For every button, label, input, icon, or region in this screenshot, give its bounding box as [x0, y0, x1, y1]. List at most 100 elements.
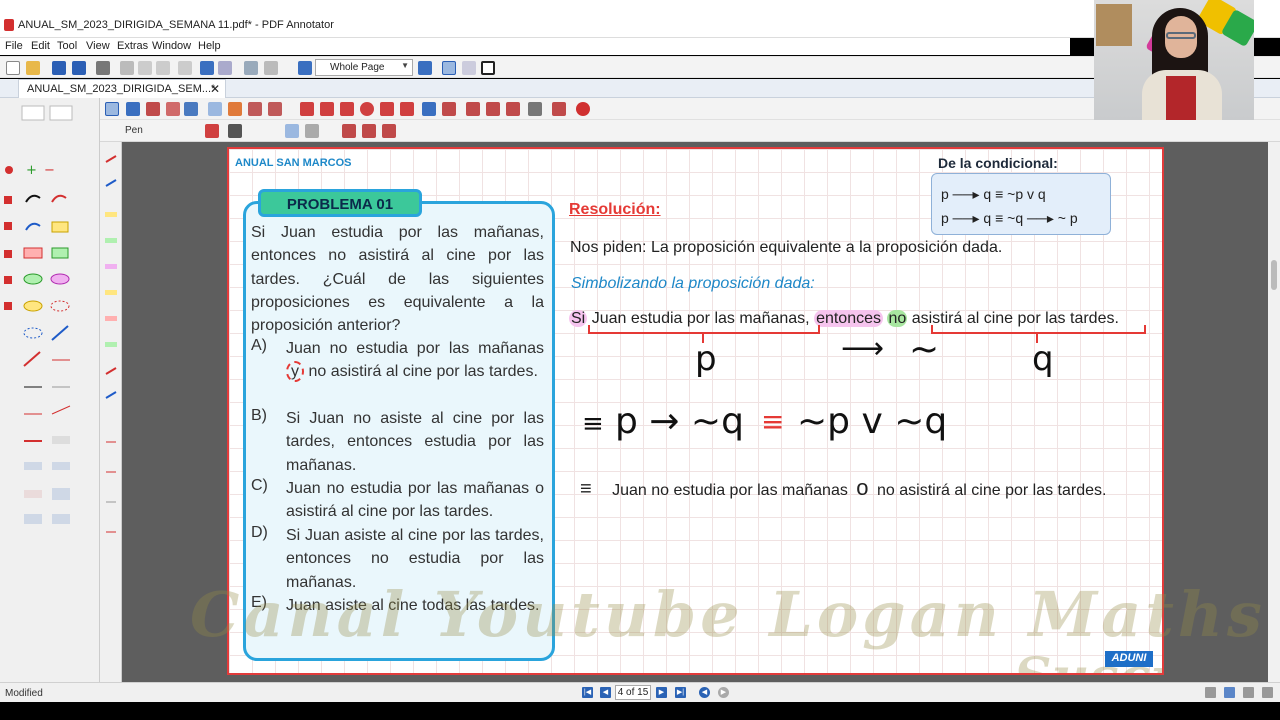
- next-page-icon[interactable]: ▶: [656, 687, 667, 698]
- save-icon[interactable]: [52, 61, 66, 75]
- underline-icon[interactable]: [362, 124, 376, 138]
- scrollbar-thumb[interactable]: [1271, 260, 1277, 290]
- handwritten-equiv-2: ≡: [761, 405, 785, 438]
- last-page-icon[interactable]: ▶|: [675, 687, 686, 698]
- ruler-icon[interactable]: [506, 102, 520, 116]
- lasso-icon[interactable]: [442, 102, 456, 116]
- sigma-icon[interactable]: [552, 102, 566, 116]
- marker-icon[interactable]: [208, 102, 222, 116]
- handwritten-equiv-1: ≡: [582, 409, 604, 439]
- watermark-channel: Canal Youtube Logan Maths: [190, 578, 1266, 651]
- select-area-icon[interactable]: [146, 102, 160, 116]
- stamp-icon[interactable]: [248, 102, 262, 116]
- callout-icon[interactable]: [400, 102, 414, 116]
- open-folder-icon[interactable]: [26, 61, 40, 75]
- sidebar-icons[interactable]: + −: [4, 163, 55, 310]
- webcam-overlay: [1094, 0, 1254, 120]
- text-style-icon[interactable]: [342, 124, 356, 138]
- presenter-shirt: [1166, 76, 1196, 120]
- eraser-icon[interactable]: [166, 102, 180, 116]
- page-indicator[interactable]: 4 of 15: [615, 685, 651, 700]
- select-icon[interactable]: [126, 102, 140, 116]
- presenter-glasses: [1166, 32, 1196, 39]
- save-as-icon[interactable]: [72, 61, 86, 75]
- zoom-select[interactable]: Whole Page ▼: [315, 59, 413, 76]
- pen-tool-icon[interactable]: [105, 102, 119, 116]
- tool-icon[interactable]: [244, 61, 258, 75]
- back-icon[interactable]: ◀: [699, 687, 710, 698]
- color-tool-strip: [100, 142, 122, 682]
- menu-extras[interactable]: Extras: [117, 40, 148, 52]
- paste-icon[interactable]: [156, 61, 170, 75]
- status-bar: Modified |◀ ◀ 4 of 15 ▶ ▶| ◀ ▶: [0, 682, 1280, 702]
- menu-tool[interactable]: Tool: [57, 40, 77, 52]
- view-continuous-icon[interactable]: [1224, 687, 1235, 698]
- arrow-icon[interactable]: [320, 102, 334, 116]
- single-page-icon[interactable]: [442, 61, 456, 75]
- equivalent-part2: no asistirá al cine por las tardes.: [877, 482, 1107, 499]
- undo-icon[interactable]: [200, 61, 214, 75]
- menu-view[interactable]: View: [86, 40, 110, 52]
- polygon-icon[interactable]: [380, 102, 394, 116]
- first-page-icon[interactable]: |◀: [582, 687, 593, 698]
- handwritten-implication: p → ~q: [615, 401, 744, 442]
- favorites-tools-panel: + −: [4, 105, 73, 524]
- smooth-pen-icon[interactable]: [285, 124, 299, 138]
- menu-file[interactable]: File: [5, 40, 23, 52]
- ellipse-icon[interactable]: [360, 102, 374, 116]
- two-page-icon[interactable]: [462, 61, 476, 75]
- cut-icon[interactable]: [120, 61, 134, 75]
- copy-icon[interactable]: [138, 61, 152, 75]
- title-bar: ANUAL_SM_2023_DIRIGIDA_SEMANA 11.pdf* - …: [0, 0, 1280, 38]
- pen-pressure-icon[interactable]: [305, 124, 319, 138]
- fullscreen-icon[interactable]: [481, 61, 495, 75]
- forward-icon[interactable]: ▶: [718, 687, 729, 698]
- zoom-icon[interactable]: [298, 61, 312, 75]
- camera-icon[interactable]: [466, 102, 480, 116]
- tool-strip-swatches[interactable]: [100, 142, 122, 682]
- menu-edit[interactable]: Edit: [31, 40, 50, 52]
- menu-window[interactable]: Window: [152, 40, 191, 52]
- equivalent-symbol: ≡: [580, 478, 592, 500]
- attachment-icon[interactable]: [486, 102, 500, 116]
- pen-color-icon[interactable]: [205, 124, 219, 138]
- rectangle-icon[interactable]: [340, 102, 354, 116]
- svg-text:−: −: [44, 163, 55, 178]
- menu-help[interactable]: Help: [198, 40, 221, 52]
- view-facing-icon[interactable]: [1243, 687, 1254, 698]
- close-icon[interactable]: ✕: [210, 82, 220, 96]
- status-text: Modified: [5, 688, 43, 699]
- link-icon[interactable]: [422, 102, 436, 116]
- view-single-icon[interactable]: [1205, 687, 1216, 698]
- equivalent-part1: Juan no estudia por las mañanas: [612, 482, 848, 499]
- equivalent-sentence: ≡ Juan no estudia por las mañanas o no a…: [580, 475, 1106, 501]
- settings-icon[interactable]: [264, 61, 278, 75]
- document-tab[interactable]: ANUAL_SM_2023_DIRIGIDA_SEM...* ✕: [18, 79, 226, 98]
- zoom-select-value: Whole Page: [330, 62, 385, 73]
- main-toolbar: Whole Page ▼: [0, 56, 1280, 78]
- zoom-apply-icon[interactable]: [418, 61, 432, 75]
- handwritten-arrow: ⟶: [841, 331, 885, 366]
- pen-options-toolbar: Pen: [100, 120, 1280, 142]
- delete-icon[interactable]: [178, 61, 192, 75]
- highlighter-icon[interactable]: [228, 102, 242, 116]
- app-icon: [4, 19, 14, 31]
- strikeout-icon[interactable]: [382, 124, 396, 138]
- text-icon[interactable]: [268, 102, 282, 116]
- favorites-heart-icon[interactable]: [576, 102, 590, 116]
- new-icon[interactable]: [6, 61, 20, 75]
- line-icon[interactable]: [300, 102, 314, 116]
- previous-page-icon[interactable]: ◀: [600, 687, 611, 698]
- options-icon[interactable]: [528, 102, 542, 116]
- favorites-sidebar: + −: [0, 98, 100, 682]
- document-tab-label: ANUAL_SM_2023_DIRIGIDA_SEM...*: [27, 83, 216, 95]
- handwritten-disjunction: ~p v ~q: [797, 401, 948, 442]
- vertical-scrollbar[interactable]: [1268, 142, 1280, 682]
- print-icon[interactable]: [96, 61, 110, 75]
- magnifier-icon[interactable]: [184, 102, 198, 116]
- view-grid-icon[interactable]: [1262, 687, 1273, 698]
- equivalent-o: o: [856, 475, 869, 500]
- chevron-down-icon: ▼: [401, 61, 409, 70]
- redo-icon[interactable]: [218, 61, 232, 75]
- line-width-icon[interactable]: [228, 124, 242, 138]
